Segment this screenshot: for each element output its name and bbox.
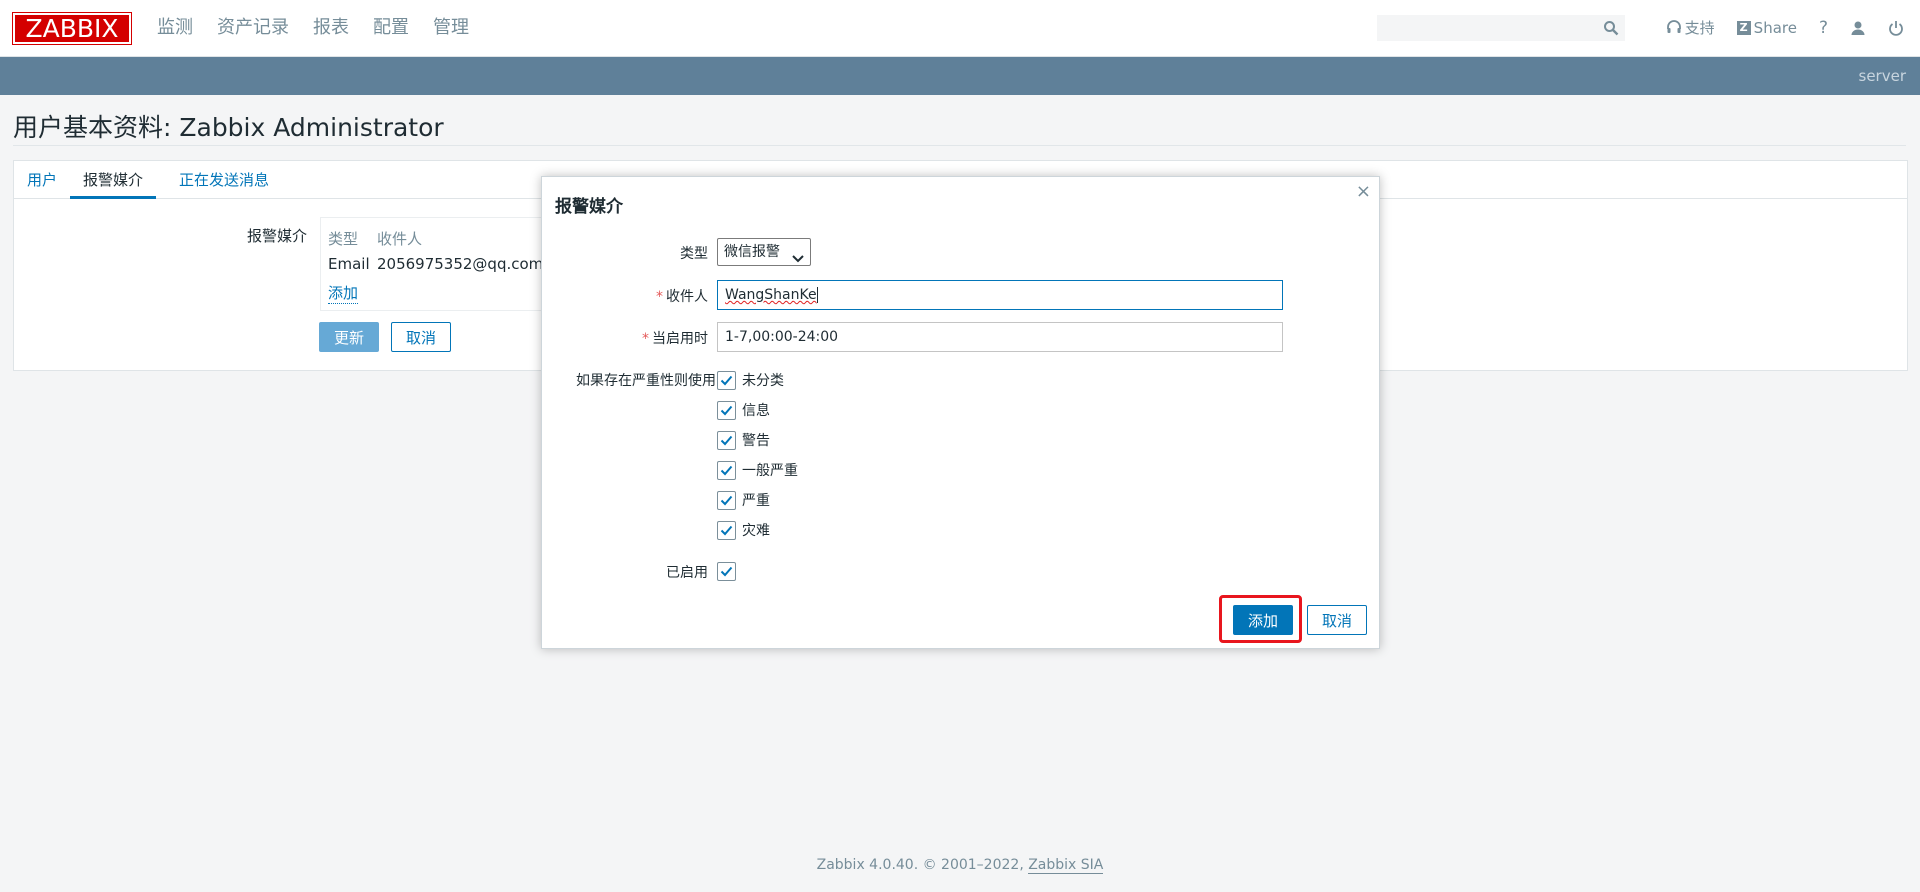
footer: Zabbix 4.0.40. © 2001–2022, Zabbix SIA (0, 857, 1920, 874)
menu-item-inventory[interactable]: 资产记录 (217, 16, 289, 40)
menu-item-monitoring[interactable]: 监测 (157, 16, 193, 40)
title-divider (13, 145, 1906, 146)
when-active-input[interactable]: 1-7,00:00-24:00 (717, 322, 1283, 352)
server-band: server (0, 57, 1920, 95)
severity-warning[interactable]: 警告 (717, 430, 770, 450)
checkbox-checked[interactable] (717, 490, 736, 510)
server-name: server (1858, 67, 1906, 85)
page-title: 用户基本资料: Zabbix Administrator (13, 113, 444, 142)
checkbox-checked[interactable] (717, 370, 736, 390)
severity-label: 如果存在严重性则使用 (576, 373, 716, 389)
cancel-button[interactable]: 取消 (391, 322, 451, 352)
media-row-type: Email (328, 255, 370, 273)
severity-label-text: 一般严重 (742, 463, 798, 479)
add-button[interactable]: 添加 (1233, 605, 1293, 635)
severity-high[interactable]: 严重 (717, 490, 770, 510)
recipient-input[interactable]: WangShanKe (717, 280, 1283, 310)
when-active-value: 1-7,00:00-24:00 (725, 329, 839, 345)
support-link[interactable]: 支持 (1666, 17, 1715, 38)
type-select[interactable]: 微信报警 (717, 238, 811, 266)
type-label: 类型 (680, 246, 708, 262)
main-menu: 监测 资产记录 报表 配置 管理 (157, 16, 493, 40)
support-label: 支持 (1684, 19, 1715, 37)
checkbox-checked[interactable] (717, 400, 736, 420)
checkbox-checked[interactable] (717, 561, 736, 581)
zabbix-logo[interactable]: ZABBIX (12, 12, 132, 45)
footer-text: Zabbix 4.0.40. © 2001–2022, (816, 857, 1029, 873)
when-active-label: * 当启用时 (642, 331, 708, 347)
type-select-value: 微信报警 (724, 244, 780, 260)
share-icon: Z (1736, 20, 1751, 35)
checkbox-checked[interactable] (717, 430, 736, 450)
top-actions: 支持 Z Share ? (1644, 17, 1904, 38)
checkbox-checked[interactable] (717, 520, 736, 540)
severity-not-classified[interactable]: 未分类 (717, 370, 784, 390)
media-col-type: 类型 (328, 230, 359, 248)
search-input[interactable] (1377, 15, 1597, 41)
severity-label-text: 警告 (742, 433, 770, 449)
user-profile-link[interactable] (1850, 20, 1866, 36)
help-link[interactable]: ? (1819, 18, 1828, 38)
add-media-link[interactable]: 添加 (328, 282, 359, 304)
close-icon[interactable]: × (1356, 181, 1371, 202)
severity-label-text: 灾难 (742, 523, 770, 539)
menu-item-configuration[interactable]: 配置 (373, 16, 409, 40)
top-navbar: ZABBIX 监测 资产记录 报表 配置 管理 支持 Z Share ? (0, 0, 1920, 57)
footer-link[interactable]: Zabbix SIA (1028, 857, 1104, 874)
dialog-title: 报警媒介 (555, 197, 623, 217)
checkbox-checked[interactable] (717, 460, 736, 480)
search-icon[interactable] (1603, 20, 1619, 36)
severity-average[interactable]: 一般严重 (717, 460, 798, 480)
power-icon (1888, 20, 1904, 36)
share-link[interactable]: Z Share (1736, 18, 1797, 37)
signout-link[interactable] (1888, 20, 1904, 36)
dialog-cancel-button[interactable]: 取消 (1307, 605, 1367, 635)
media-row-recipient: 2056975352@qq.com (377, 255, 544, 273)
update-button[interactable]: 更新 (319, 322, 379, 352)
enabled-label: 已启用 (666, 565, 708, 581)
enabled-toggle[interactable] (717, 561, 742, 581)
chevron-down-icon (792, 247, 804, 273)
severity-information[interactable]: 信息 (717, 400, 770, 420)
severity-label-text: 未分类 (742, 373, 784, 389)
share-label: Share (1753, 18, 1797, 37)
severity-label-text: 严重 (742, 493, 770, 509)
media-dialog: 报警媒介 × 类型 微信报警 * 收件人 WangShanKe * 当启用时 1-7… (541, 176, 1380, 649)
help-icon: ? (1818, 17, 1828, 38)
headset-icon (1666, 19, 1682, 36)
media-col-recipient: 收件人 (377, 230, 423, 248)
media-field-label: 报警媒介 (247, 227, 308, 245)
severity-label-text: 信息 (742, 403, 770, 419)
search-box (1377, 15, 1625, 41)
menu-item-reports[interactable]: 报表 (313, 16, 349, 40)
tab-user[interactable]: 用户 (14, 161, 70, 199)
user-icon (1850, 20, 1866, 36)
menu-item-administration[interactable]: 管理 (433, 16, 469, 40)
tab-messaging[interactable]: 正在发送消息 (166, 161, 282, 199)
tab-media[interactable]: 报警媒介 (70, 161, 157, 199)
recipient-value: WangShanKe (725, 287, 817, 303)
recipient-label: * 收件人 (656, 289, 708, 305)
media-table: 类型 收件人 Email 2056975352@qq.com 添加 (320, 217, 560, 311)
severity-disaster[interactable]: 灾难 (717, 520, 770, 540)
